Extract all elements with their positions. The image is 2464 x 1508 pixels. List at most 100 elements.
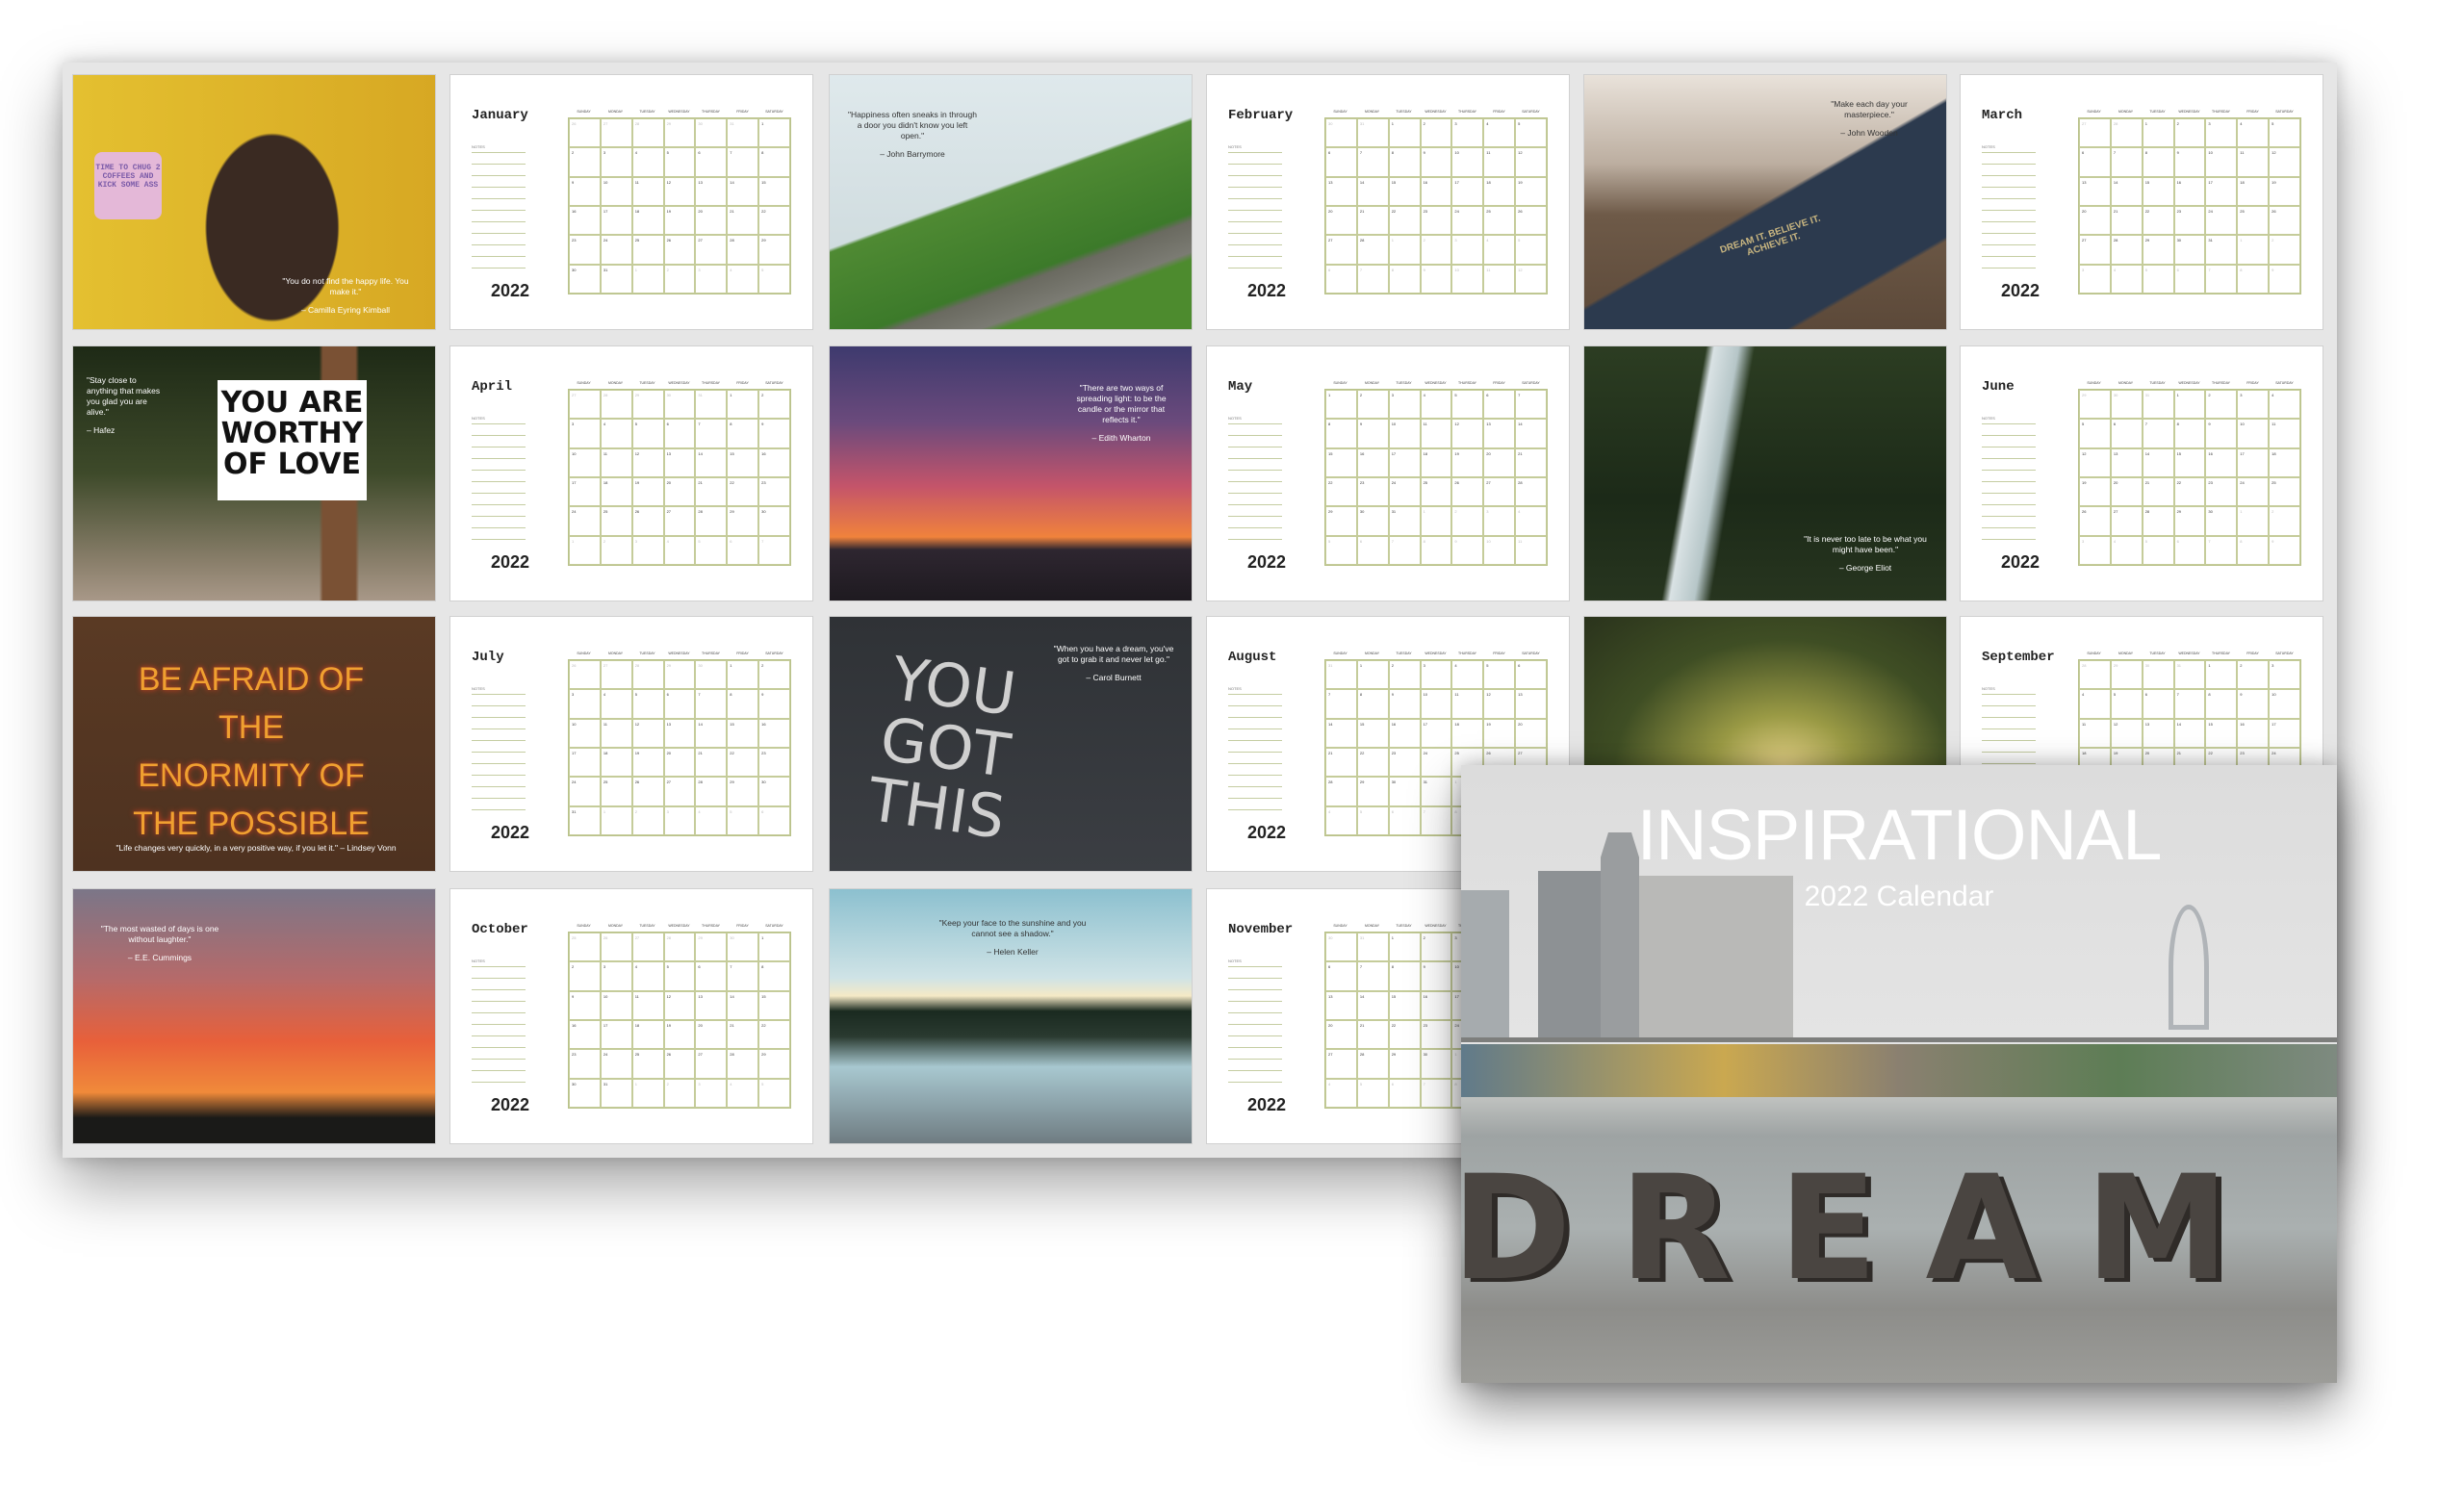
day-cell: 11 bbox=[600, 447, 632, 477]
notes-label: NOTES bbox=[1982, 686, 1995, 691]
day-cell: 31 bbox=[1388, 506, 1421, 536]
weekday-header: TUESDAY bbox=[639, 652, 655, 655]
day-cell: 5 bbox=[663, 961, 696, 991]
weekday-header: MONDAY bbox=[2118, 110, 2134, 114]
day-cell: 9 bbox=[758, 419, 790, 448]
day-cell: 31 bbox=[569, 805, 601, 835]
year-label: 2022 bbox=[2001, 552, 2040, 572]
notes-line bbox=[472, 1059, 526, 1060]
day-cell: 30 bbox=[1420, 1049, 1452, 1079]
day-cell: 3 bbox=[2079, 535, 2111, 565]
day-cell: 9 bbox=[2237, 689, 2270, 719]
weekday-header: FRIDAY bbox=[736, 110, 749, 114]
day-cell: 25 bbox=[600, 777, 632, 806]
day-cell: 2 bbox=[758, 390, 790, 420]
day-cell: 13 bbox=[695, 176, 728, 206]
year-label: 2022 bbox=[491, 552, 530, 572]
notes-line bbox=[1228, 775, 1282, 776]
day-cell: 24 bbox=[2237, 477, 2270, 507]
weekday-header: SUNDAY bbox=[577, 652, 591, 655]
day-cell: 11 bbox=[1483, 264, 1516, 294]
day-cell: 27 bbox=[663, 506, 696, 536]
day-cell: 30 bbox=[1325, 118, 1357, 148]
month-grid: 1 2 3 4 5 6 7 8 9 10 11 12 13 14 15 16 17 18 19 20 21 22 23 24 2… bbox=[1324, 389, 1548, 566]
day-cell: 12 bbox=[2079, 447, 2111, 477]
weekday-header: SATURDAY bbox=[765, 110, 783, 114]
day-cell: 16 bbox=[569, 206, 601, 236]
notes-line bbox=[1228, 694, 1282, 695]
weekday-header: WEDNESDAY bbox=[668, 924, 690, 928]
day-cell: 7 bbox=[1388, 535, 1421, 565]
day-cell: 19 bbox=[2269, 176, 2300, 206]
quote-text: "There are two ways of spreading light: … bbox=[1076, 383, 1167, 424]
notes-line bbox=[1982, 423, 2036, 424]
day-cell: 2 bbox=[1388, 660, 1421, 690]
notes-line bbox=[1228, 423, 1282, 424]
day-cell: 9 bbox=[569, 990, 601, 1020]
month-title: October bbox=[472, 922, 528, 937]
day-cell: 9 bbox=[569, 176, 601, 206]
notes-line bbox=[1228, 493, 1282, 494]
photo-page: YOU GOT THIS "When you have a dream, you'… bbox=[829, 616, 1193, 872]
day-cell: 27 bbox=[2110, 506, 2143, 536]
day-cell: 5 bbox=[2079, 419, 2111, 448]
notes-line bbox=[1982, 752, 2036, 753]
month-grid: 27 28 29 30 31 1 2 3 4 5 6 7 8 9 10 11 12 13 14 15 16 17 18 19 2… bbox=[568, 389, 791, 566]
notes-line bbox=[472, 458, 526, 459]
day-cell: 29 bbox=[1325, 506, 1357, 536]
day-cell: 1 bbox=[1420, 506, 1452, 536]
day-cell: 6 bbox=[1325, 147, 1357, 177]
notes-line bbox=[1982, 244, 2036, 245]
weekday-header: MONDAY bbox=[607, 652, 624, 655]
day-cell: 29 bbox=[2142, 235, 2174, 265]
day-cell: 3 bbox=[1451, 235, 1484, 265]
day-cell: 10 bbox=[1451, 264, 1484, 294]
day-cell: 10 bbox=[2269, 689, 2300, 719]
notes-line bbox=[1228, 504, 1282, 505]
day-cell: 16 bbox=[2205, 447, 2238, 477]
quote-author: – Camilla Eyring Kimball bbox=[300, 305, 391, 315]
day-cell: 16 bbox=[1420, 990, 1452, 1020]
day-cell: 10 bbox=[1451, 147, 1484, 177]
day-cell: 8 bbox=[1388, 264, 1421, 294]
year-label: 2022 bbox=[1247, 823, 1287, 842]
day-cell: 25 bbox=[600, 506, 632, 536]
day-cell: 26 bbox=[2079, 506, 2111, 536]
notes-line bbox=[472, 187, 526, 188]
day-cell: 5 bbox=[758, 1078, 790, 1108]
day-cell: 29 bbox=[663, 660, 696, 690]
day-cell: 27 bbox=[1325, 1049, 1357, 1079]
day-cell: 31 bbox=[2142, 390, 2174, 420]
day-cell: 3 bbox=[569, 689, 601, 719]
day-cell: 15 bbox=[2142, 176, 2174, 206]
quote-text: "Happiness often sneaks in through a doo… bbox=[848, 110, 977, 141]
day-cell: 5 bbox=[2110, 689, 2143, 719]
day-cell: 12 bbox=[663, 990, 696, 1020]
day-cell: 19 bbox=[631, 477, 664, 507]
notes-line bbox=[1228, 809, 1282, 810]
calendar-cover: INSPIRATIONAL 2022 Calendar DREAM bbox=[1461, 765, 2337, 1383]
day-cell: 14 bbox=[2110, 176, 2143, 206]
day-cell: 12 bbox=[1515, 147, 1547, 177]
day-cell: 31 bbox=[1356, 933, 1389, 962]
day-cell: 17 bbox=[600, 1020, 632, 1050]
day-cell: 24 bbox=[2205, 206, 2238, 236]
quote: "The most wasted of days is one without … bbox=[92, 924, 227, 963]
month-title: September bbox=[1982, 650, 2055, 665]
day-cell: 22 bbox=[2173, 477, 2206, 507]
photo-page: "It is never too late to be what you mig… bbox=[1583, 345, 1947, 601]
day-cell: 4 bbox=[727, 264, 759, 294]
notes-line bbox=[472, 164, 526, 165]
weekday-header: MONDAY bbox=[1364, 110, 1380, 114]
day-cell: 5 bbox=[1515, 118, 1547, 148]
day-cell: 26 bbox=[663, 235, 696, 265]
notes-line bbox=[472, 516, 526, 517]
day-cell: 11 bbox=[600, 718, 632, 748]
day-cell: 6 bbox=[2173, 535, 2206, 565]
day-cell: 4 bbox=[2110, 264, 2143, 294]
quote-text: "Life changes very quickly, in a very po… bbox=[116, 843, 397, 853]
notes-line bbox=[472, 705, 526, 706]
day-cell: 21 bbox=[1356, 206, 1389, 236]
day-cell: 17 bbox=[1420, 718, 1452, 748]
notes-line bbox=[1228, 152, 1282, 153]
